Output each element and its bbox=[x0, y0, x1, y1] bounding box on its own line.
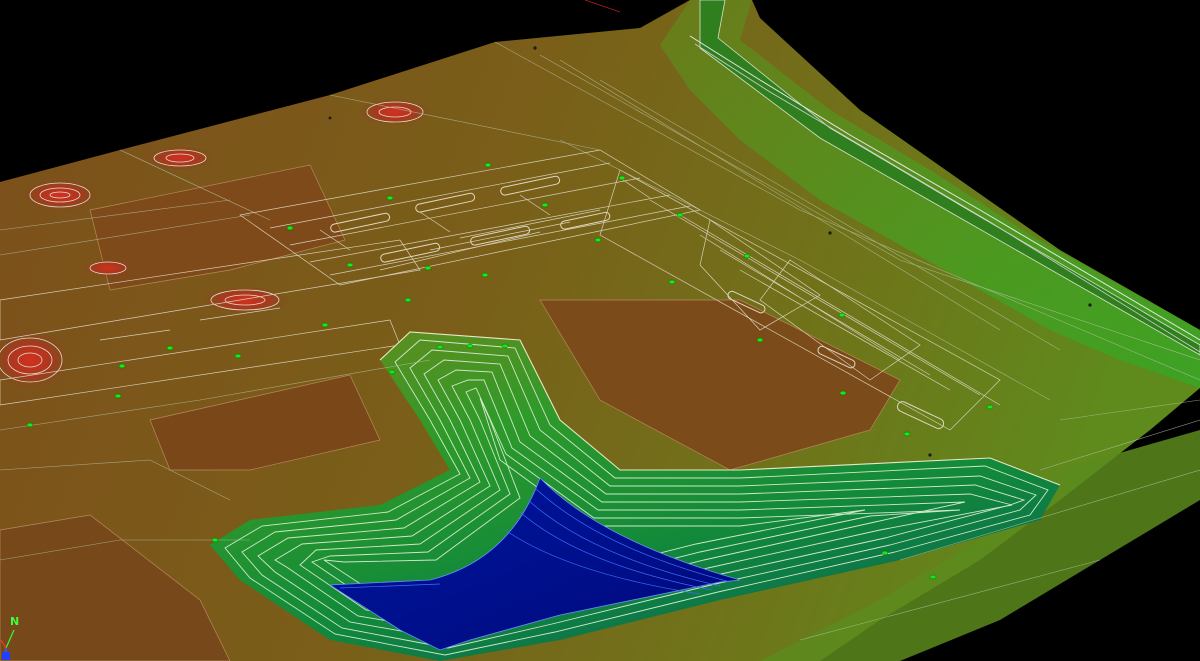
landscape-mound bbox=[22, 179, 98, 211]
inlet-marker bbox=[743, 253, 751, 259]
inlet-marker bbox=[903, 431, 911, 437]
inlet-marker bbox=[346, 262, 354, 268]
inlet-marker bbox=[929, 574, 937, 580]
inlet-marker bbox=[388, 369, 396, 375]
inlet-marker bbox=[668, 279, 676, 285]
inlet-marker bbox=[404, 297, 412, 303]
compass-north-label: N bbox=[10, 615, 20, 628]
inlet-marker bbox=[234, 353, 242, 359]
3d-viewport[interactable]: N bbox=[0, 0, 1200, 661]
inlet-marker bbox=[676, 212, 684, 218]
inlet-marker bbox=[424, 265, 432, 271]
inlet-marker bbox=[211, 537, 219, 543]
inlet-marker bbox=[594, 237, 602, 243]
inlet-marker bbox=[436, 344, 444, 350]
inlet-marker bbox=[481, 272, 489, 278]
inlet-marker bbox=[618, 175, 626, 181]
inlet-marker bbox=[386, 195, 394, 201]
inlet-marker bbox=[321, 322, 329, 328]
inlet-marker bbox=[986, 404, 994, 410]
inlet-marker bbox=[484, 162, 492, 168]
inlet-marker bbox=[838, 312, 846, 318]
inlet-marker bbox=[501, 343, 509, 349]
inlet-marker bbox=[541, 202, 549, 208]
inlet-marker bbox=[286, 225, 294, 231]
inlet-marker bbox=[881, 550, 889, 556]
compass-origin-cube bbox=[2, 652, 10, 660]
inlet-marker bbox=[756, 337, 764, 343]
inlet-marker bbox=[466, 343, 474, 349]
inlet-marker bbox=[118, 363, 126, 369]
terrain-surface-canvas[interactable] bbox=[0, 0, 1200, 661]
inlet-marker bbox=[114, 393, 122, 399]
inlet-marker bbox=[26, 422, 34, 428]
inlet-marker bbox=[839, 390, 847, 396]
coordinate-axis-line bbox=[584, 0, 621, 13]
inlet-marker bbox=[166, 345, 174, 351]
